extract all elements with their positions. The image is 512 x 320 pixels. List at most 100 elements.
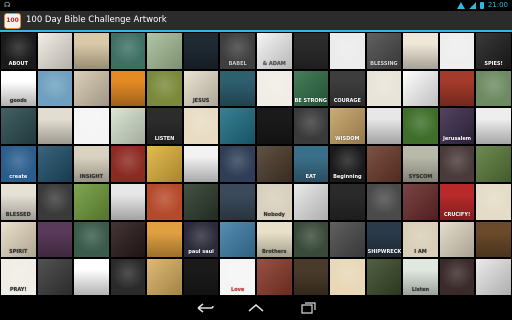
artwork-tile[interactable] bbox=[0, 107, 37, 146]
artwork-tile[interactable]: BE STRONG bbox=[292, 69, 330, 108]
artwork-tile[interactable] bbox=[292, 107, 330, 146]
artwork-tile[interactable] bbox=[219, 107, 256, 146]
artwork-tile[interactable] bbox=[146, 32, 183, 70]
artwork-tile[interactable] bbox=[36, 220, 74, 259]
artwork-tile[interactable] bbox=[146, 182, 183, 221]
artwork-tile[interactable] bbox=[182, 32, 220, 70]
artwork-tile[interactable] bbox=[36, 258, 74, 296]
artwork-tile[interactable] bbox=[475, 145, 512, 183]
artwork-tile[interactable]: paul saul bbox=[182, 220, 220, 259]
artwork-tile[interactable] bbox=[438, 145, 476, 183]
artwork-tile[interactable] bbox=[73, 107, 110, 146]
artwork-tile[interactable]: EAT bbox=[292, 145, 330, 183]
artwork-tile[interactable] bbox=[365, 145, 403, 183]
artwork-tile[interactable] bbox=[146, 258, 183, 296]
artwork-tile[interactable]: ABOUT bbox=[0, 32, 37, 70]
artwork-tile[interactable]: SHIPWRECK bbox=[365, 220, 403, 259]
artwork-tile[interactable] bbox=[109, 182, 147, 221]
artwork-tile[interactable]: goods bbox=[0, 69, 37, 108]
artwork-tile[interactable]: PRAY! bbox=[0, 258, 37, 296]
artwork-tile[interactable]: Listen bbox=[402, 258, 439, 296]
artwork-tile[interactable]: BLESSED bbox=[0, 182, 37, 221]
artwork-tile[interactable] bbox=[182, 107, 220, 146]
artwork-tile[interactable] bbox=[73, 182, 110, 221]
artwork-tile[interactable] bbox=[402, 69, 439, 108]
artwork-tile[interactable] bbox=[365, 69, 403, 108]
app-icon[interactable]: 100 bbox=[4, 13, 21, 29]
artwork-tile[interactable] bbox=[36, 32, 74, 70]
artwork-tile[interactable] bbox=[36, 145, 74, 183]
artwork-tile[interactable]: Jerusalem bbox=[438, 107, 476, 146]
artwork-tile[interactable] bbox=[329, 220, 366, 259]
artwork-tile[interactable] bbox=[73, 69, 110, 108]
artwork-tile[interactable] bbox=[475, 69, 512, 108]
artwork-tile[interactable] bbox=[109, 145, 147, 183]
artwork-tile[interactable] bbox=[109, 32, 147, 70]
artwork-tile[interactable]: LISTEN bbox=[146, 107, 183, 146]
artwork-tile[interactable]: SPIES! bbox=[475, 32, 512, 70]
artwork-tile[interactable] bbox=[402, 182, 439, 221]
artwork-tile[interactable] bbox=[36, 182, 74, 221]
artwork-tile[interactable] bbox=[438, 220, 476, 259]
artwork-tile[interactable] bbox=[329, 182, 366, 221]
artwork-tile[interactable]: CRUCIFY! bbox=[438, 182, 476, 221]
artwork-tile[interactable] bbox=[292, 258, 330, 296]
artwork-tile[interactable]: Beginning bbox=[329, 145, 366, 183]
artwork-tile[interactable]: I AM bbox=[402, 220, 439, 259]
artwork-tile[interactable] bbox=[182, 145, 220, 183]
artwork-tile[interactable] bbox=[255, 258, 293, 296]
artwork-tile[interactable] bbox=[73, 32, 110, 70]
artwork-tile[interactable] bbox=[292, 32, 330, 70]
artwork-tile[interactable] bbox=[73, 258, 110, 296]
artwork-tile[interactable] bbox=[292, 220, 330, 259]
artwork-tile[interactable]: WISDOM bbox=[329, 107, 366, 146]
artwork-tile[interactable] bbox=[292, 182, 330, 221]
artwork-tile[interactable] bbox=[219, 145, 256, 183]
artwork-tile[interactable] bbox=[182, 182, 220, 221]
artwork-tile[interactable]: BABEL bbox=[219, 32, 256, 70]
artwork-tile[interactable]: create bbox=[0, 145, 37, 183]
artwork-tile[interactable] bbox=[109, 107, 147, 146]
artwork-tile[interactable]: & ADAM bbox=[255, 32, 293, 70]
artwork-tile[interactable]: JESUS bbox=[182, 69, 220, 108]
artwork-tile[interactable] bbox=[438, 69, 476, 108]
back-button[interactable] bbox=[190, 299, 220, 317]
artwork-tile[interactable] bbox=[365, 107, 403, 146]
artwork-tile[interactable] bbox=[255, 69, 293, 108]
artwork-tile[interactable] bbox=[365, 258, 403, 296]
artwork-tile[interactable] bbox=[402, 107, 439, 146]
artwork-tile[interactable] bbox=[365, 182, 403, 221]
artwork-tile[interactable] bbox=[475, 220, 512, 259]
artwork-tile[interactable] bbox=[219, 220, 256, 259]
artwork-tile[interactable] bbox=[329, 258, 366, 296]
artwork-tile[interactable] bbox=[438, 258, 476, 296]
artwork-tile[interactable] bbox=[146, 220, 183, 259]
recents-button[interactable] bbox=[293, 299, 323, 317]
artwork-tile[interactable]: BLESSING bbox=[365, 32, 403, 70]
artwork-tile[interactable]: Brothers bbox=[255, 220, 293, 259]
artwork-tile[interactable]: Nobody bbox=[255, 182, 293, 221]
artwork-tile[interactable]: SPIRIT bbox=[0, 220, 37, 259]
artwork-tile[interactable] bbox=[219, 182, 256, 221]
artwork-tile[interactable] bbox=[255, 107, 293, 146]
artwork-tile[interactable] bbox=[36, 107, 74, 146]
artwork-tile[interactable] bbox=[73, 220, 110, 259]
artwork-tile[interactable] bbox=[109, 258, 147, 296]
artwork-tile[interactable] bbox=[475, 258, 512, 296]
artwork-tile[interactable] bbox=[438, 32, 476, 70]
artwork-tile[interactable] bbox=[109, 69, 147, 108]
artwork-tile[interactable] bbox=[402, 32, 439, 70]
artwork-tile[interactable] bbox=[329, 32, 366, 70]
home-button[interactable] bbox=[241, 299, 271, 317]
artwork-tile[interactable] bbox=[475, 107, 512, 146]
artwork-tile[interactable] bbox=[255, 145, 293, 183]
artwork-tile[interactable]: COURAGE bbox=[329, 69, 366, 108]
artwork-tile[interactable]: SYSCOM bbox=[402, 145, 439, 183]
artwork-tile[interactable] bbox=[146, 145, 183, 183]
artwork-tile[interactable] bbox=[109, 220, 147, 259]
artwork-tile[interactable]: Love bbox=[219, 258, 256, 296]
artwork-tile[interactable] bbox=[475, 182, 512, 221]
artwork-tile[interactable] bbox=[219, 69, 256, 108]
artwork-tile[interactable]: INSIGHT bbox=[73, 145, 110, 183]
artwork-tile[interactable] bbox=[182, 258, 220, 296]
